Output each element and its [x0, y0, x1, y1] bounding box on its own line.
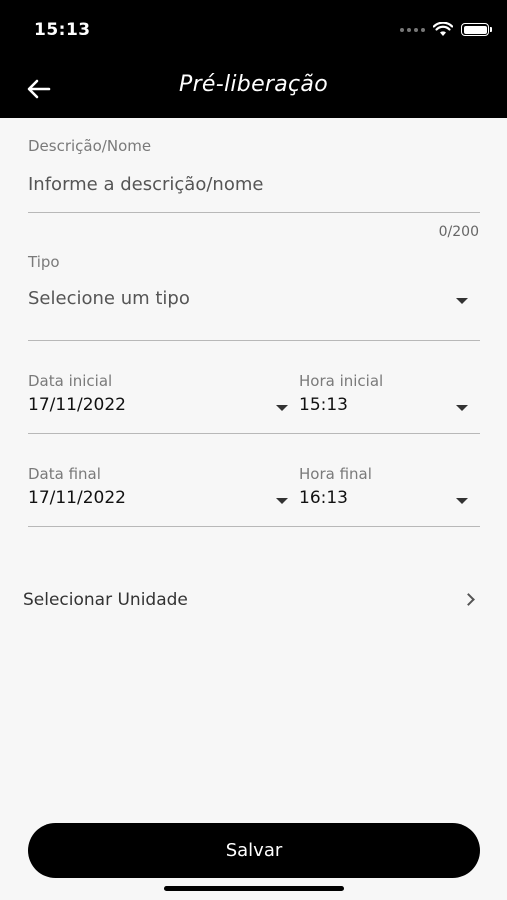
chevron-down-icon: [456, 405, 468, 411]
description-divider: [28, 212, 480, 213]
type-placeholder: Selecione um tipo: [28, 288, 190, 309]
start-time-value: 15:13: [299, 395, 348, 415]
wifi-icon: [433, 22, 453, 36]
page-title: Pré-liberação: [179, 72, 328, 97]
type-label: Tipo: [28, 253, 60, 271]
end-date-value: 17/11/2022: [28, 488, 126, 508]
end-time-picker[interactable]: 16:13: [299, 486, 480, 518]
chevron-down-icon: [456, 298, 468, 304]
status-time: 15:13: [34, 20, 91, 40]
end-date-picker[interactable]: 17/11/2022: [28, 486, 290, 518]
start-date-label: Data inicial: [28, 372, 113, 390]
save-button[interactable]: Salvar: [28, 823, 480, 878]
start-date-value: 17/11/2022: [28, 395, 126, 415]
end-time-label: Hora final: [299, 465, 372, 483]
start-date-picker[interactable]: 17/11/2022: [28, 393, 290, 425]
signal-icon: [400, 27, 425, 32]
end-time-value: 16:13: [299, 488, 348, 508]
description-placeholder: Informe a descrição/nome: [28, 174, 264, 195]
battery-icon: [461, 23, 492, 36]
select-unit-label: Selecionar Unidade: [23, 590, 188, 610]
start-time-picker[interactable]: 15:13: [299, 393, 480, 425]
start-time-label: Hora inicial: [299, 372, 384, 390]
start-divider: [28, 433, 480, 434]
end-date-label: Data final: [28, 465, 101, 483]
character-counter: 0/200: [438, 224, 479, 240]
type-select[interactable]: Selecione um tipo: [28, 280, 480, 338]
status-bar: 15:13: [0, 0, 507, 60]
description-input[interactable]: Informe a descrição/nome: [28, 166, 480, 212]
chevron-right-icon: [462, 593, 475, 606]
chevron-down-icon: [276, 405, 288, 411]
select-unit-row[interactable]: Selecionar Unidade: [0, 575, 507, 627]
home-indicator: [164, 886, 344, 891]
app-header: Pré-liberação: [0, 60, 507, 118]
chevron-down-icon: [276, 498, 288, 504]
type-divider: [28, 340, 480, 341]
end-divider: [28, 526, 480, 527]
status-icons: [400, 22, 492, 37]
description-label: Descrição/Nome: [28, 137, 152, 155]
chevron-down-icon: [456, 498, 468, 504]
